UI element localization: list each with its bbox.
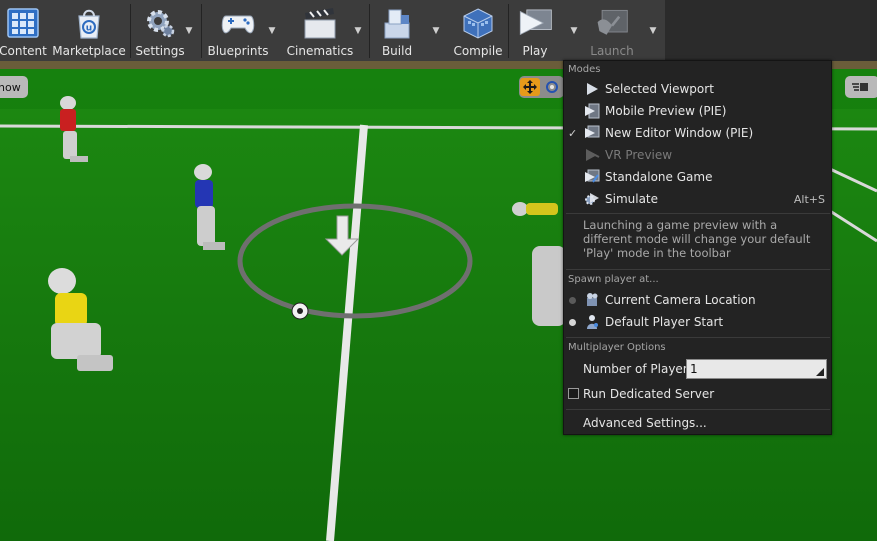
mode-label: Standalone Game <box>605 170 713 184</box>
mode-vr-preview[interactable]: VR Preview <box>564 144 831 166</box>
simulate-shortcut: Alt+S <box>793 192 825 206</box>
mode-selected-viewport[interactable]: Selected Viewport <box>564 78 831 100</box>
move-arrows-icon <box>523 80 537 94</box>
blueprints-dropdown-arrow[interactable]: ▼ <box>266 26 278 36</box>
main-toolbar: Content u Marketplace Settings ▼ Bluepri… <box>0 0 665 61</box>
blueprints-gamepad-icon <box>220 5 256 41</box>
cinematics-dropdown-arrow[interactable]: ▼ <box>352 26 364 36</box>
show-menu-button[interactable]: how <box>0 76 28 98</box>
menu-separator <box>566 337 830 338</box>
marketplace-icon: u <box>71 5 107 41</box>
svg-text:u: u <box>86 24 92 34</box>
mode-label: New Editor Window (PIE) <box>605 126 754 140</box>
run-dedicated-server-row[interactable]: Run Dedicated Server <box>564 383 831 405</box>
mode-label: Selected Viewport <box>605 82 714 96</box>
standalone-game-icon <box>583 168 601 186</box>
mode-mobile-preview[interactable]: Mobile Preview (PIE) <box>564 100 831 122</box>
settings-button[interactable]: Settings <box>134 0 186 61</box>
mode-standalone-game[interactable]: Standalone Game <box>564 166 831 188</box>
mode-label: Simulate <box>605 192 659 206</box>
launch-dropdown-arrow[interactable]: ▼ <box>647 26 659 36</box>
rotate-tool-button[interactable] <box>542 78 562 96</box>
toolbar-empty-area <box>665 0 877 61</box>
marketplace-button[interactable]: u Marketplace <box>52 0 126 61</box>
run-dedicated-server-label: Run Dedicated Server <box>583 387 715 401</box>
cinematics-clapper-icon <box>302 5 338 41</box>
content-button[interactable]: Content <box>0 0 47 61</box>
settings-label: Settings <box>135 44 185 58</box>
cinematics-button[interactable]: Cinematics <box>286 0 354 61</box>
cinematics-label: Cinematics <box>286 44 354 58</box>
marketplace-label: Marketplace <box>52 44 126 58</box>
speed-camera-icon <box>852 83 868 91</box>
rotate-icon <box>546 81 558 93</box>
compile-cube-icon <box>460 5 496 41</box>
toolbar-separator <box>508 4 509 58</box>
build-label: Build <box>381 44 413 58</box>
play-button[interactable]: Play <box>512 0 558 61</box>
spawn-header: Spawn player at... <box>568 274 659 285</box>
mode-simulate[interactable]: Simulate Alt+S <box>564 188 831 210</box>
build-blocks-icon <box>379 5 415 41</box>
mode-label: Mobile Preview (PIE) <box>605 104 727 118</box>
viewport-options-button[interactable] <box>845 76 877 98</box>
toolbar-separator <box>369 4 370 58</box>
build-button[interactable]: Build <box>374 0 420 61</box>
blueprints-button[interactable]: Blueprints <box>206 0 270 61</box>
translate-tool-button[interactable] <box>520 78 540 96</box>
mode-new-editor-window[interactable]: ✓ New Editor Window (PIE) <box>564 122 831 144</box>
play-viewport-icon <box>583 80 601 98</box>
modes-note: Launching a game preview with a differen… <box>583 218 811 260</box>
compile-label: Compile <box>453 44 503 58</box>
play-options-dropdown-arrow[interactable]: ▼ <box>568 26 580 36</box>
spawn-label: Default Player Start <box>605 315 724 329</box>
build-dropdown-arrow[interactable]: ▼ <box>430 26 442 36</box>
vr-preview-icon <box>583 146 601 164</box>
multiplayer-header: Multiplayer Options <box>568 342 666 353</box>
transform-tools-group <box>519 76 564 98</box>
launch-label: Launch <box>590 44 634 58</box>
menu-separator <box>566 409 830 410</box>
spinner-resize-icon <box>816 368 824 376</box>
play-options-menu: Modes Selected Viewport Mobile Preview (… <box>563 60 832 435</box>
menu-separator <box>566 213 830 214</box>
camera-location-icon <box>583 291 601 309</box>
mode-label: VR Preview <box>605 148 673 162</box>
number-of-players-label: Number of Players <box>583 362 694 376</box>
radio-selected <box>569 319 576 326</box>
toolbar-separator <box>201 4 202 58</box>
modes-header: Modes <box>568 64 601 75</box>
number-of-players-value: 1 <box>690 362 698 376</box>
blueprints-label: Blueprints <box>207 44 269 58</box>
launch-icon <box>594 5 630 41</box>
number-of-players-input[interactable]: 1 <box>686 359 827 379</box>
spawn-default-player-start[interactable]: Default Player Start <box>564 311 831 333</box>
show-menu-label: how <box>0 80 21 94</box>
settings-dropdown-arrow[interactable]: ▼ <box>183 26 195 36</box>
player-start-icon <box>583 313 601 331</box>
launch-button[interactable]: Launch <box>588 0 636 61</box>
mobile-preview-icon <box>583 102 601 120</box>
spawn-current-camera[interactable]: Current Camera Location <box>564 289 831 311</box>
radio-unselected <box>569 297 576 304</box>
spawn-label: Current Camera Location <box>605 293 756 307</box>
checkmark-icon: ✓ <box>568 126 578 140</box>
content-label: Content <box>0 44 47 58</box>
new-window-icon <box>583 124 601 142</box>
advanced-settings-label: Advanced Settings... <box>583 416 707 430</box>
play-icon <box>517 5 553 41</box>
advanced-settings-item[interactable]: Advanced Settings... <box>564 412 831 434</box>
play-label: Play <box>522 44 548 58</box>
content-browser-icon <box>5 5 41 41</box>
toolbar-separator <box>130 4 131 58</box>
settings-icon <box>142 5 178 41</box>
menu-separator <box>566 269 830 270</box>
compile-button[interactable]: Compile <box>450 0 506 61</box>
simulate-icon <box>583 190 601 208</box>
